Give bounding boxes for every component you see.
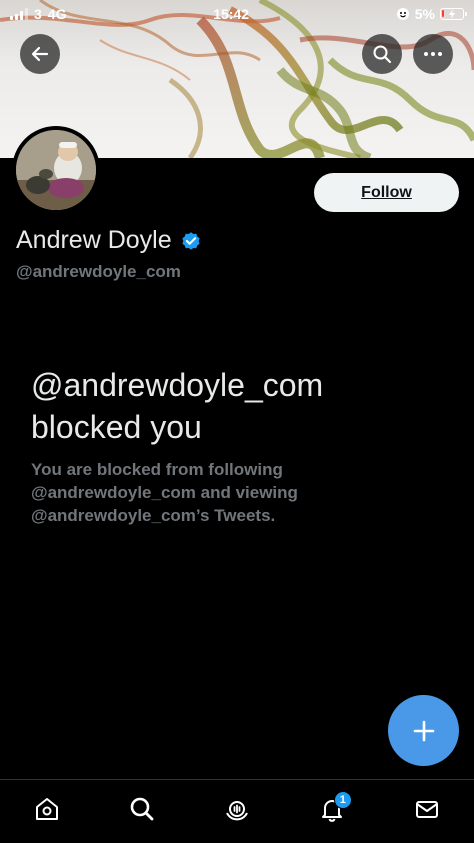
bottom-navigation: 1 <box>0 779 474 843</box>
more-options-button[interactable] <box>413 34 453 74</box>
network-label: 4G <box>47 6 67 22</box>
avatar-image <box>16 130 96 210</box>
back-button[interactable] <box>20 34 60 74</box>
search-icon <box>373 45 392 64</box>
more-horizontal-icon <box>424 52 442 56</box>
status-bar: 3 4G 15:42 5% <box>0 0 474 28</box>
avatar[interactable] <box>12 126 100 214</box>
spaces-icon <box>226 800 248 820</box>
nav-search[interactable] <box>122 789 162 829</box>
status-left: 3 4G <box>10 6 66 22</box>
signal-strength-icon <box>10 8 28 20</box>
blocked-description: You are blocked from following @andrewdo… <box>31 460 298 525</box>
nav-home[interactable] <box>27 789 67 829</box>
nav-spaces[interactable] <box>217 789 257 829</box>
notifications-badge: 1 <box>333 790 352 809</box>
verified-badge-icon[interactable] <box>180 230 202 252</box>
plus-icon <box>413 720 434 741</box>
compose-tweet-button[interactable] <box>388 695 459 766</box>
do-not-disturb-icon <box>396 8 409 20</box>
battery-percent: 5% <box>414 6 435 22</box>
home-icon <box>36 797 59 820</box>
search-icon <box>130 797 154 820</box>
profile-handle: @andrewdoyle_com <box>16 262 181 281</box>
status-time: 15:42 <box>213 6 250 22</box>
arrow-left-icon <box>31 46 49 62</box>
battery-icon <box>440 8 467 20</box>
carrier-label: 3 <box>34 6 42 22</box>
display-name: Andrew Doyle <box>16 226 172 254</box>
messages-icon <box>415 800 438 818</box>
status-right: 5% <box>396 6 467 22</box>
profile-name-row: Andrew Doyle <box>16 226 202 255</box>
follow-button[interactable]: Follow <box>314 173 459 212</box>
search-button[interactable] <box>362 34 402 74</box>
blocked-title: @andrewdoyle_com blocked you <box>31 367 324 445</box>
nav-notifications[interactable]: 1 <box>312 789 352 829</box>
nav-messages[interactable] <box>407 789 447 829</box>
